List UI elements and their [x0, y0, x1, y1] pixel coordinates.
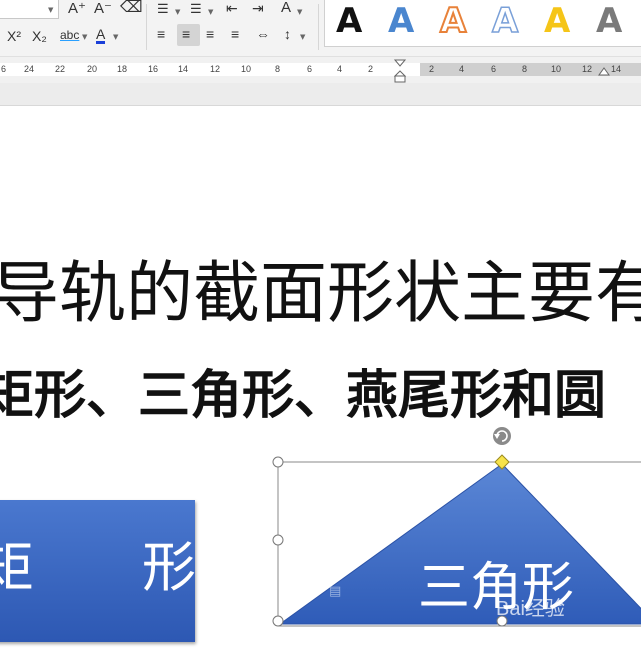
line-spacing-dropdown-icon[interactable]: ▼: [300, 33, 305, 41]
numbering-icon[interactable]: ☰: [190, 2, 202, 16]
decrease-indent-icon[interactable]: ⇤: [226, 1, 238, 15]
watermark: Bai经验: [496, 598, 565, 620]
horizontal-ruler[interactable]: 6 24 22 20 18 16 14 12 10 8 6 4 2 2 4 6 …: [0, 56, 641, 83]
ruler-label: 12: [210, 64, 221, 74]
ruler-label: 4: [337, 64, 343, 74]
line-spacing-icon[interactable]: ↕: [284, 27, 291, 41]
numbering-dropdown-icon[interactable]: ▼: [208, 8, 213, 16]
ruler-label: 8: [275, 64, 281, 74]
ruler-label: 20: [87, 64, 98, 74]
resize-handle[interactable]: [272, 534, 284, 546]
distributed-icon[interactable]: ⇔: [256, 27, 270, 41]
text-effect-orange-outline[interactable]: A: [439, 1, 467, 41]
superscript-button[interactable]: X²: [7, 29, 21, 43]
shrink-font-button[interactable]: A⁻: [94, 1, 112, 16]
layout-options-icon[interactable]: ▤: [329, 584, 341, 599]
text-effect-gray[interactable]: A: [596, 2, 622, 40]
ruler-label: 18: [117, 64, 128, 74]
ribbon-separator: [146, 4, 147, 50]
adjust-handle[interactable]: [494, 454, 510, 470]
font-color-dropdown-icon[interactable]: ▼: [113, 33, 118, 41]
align-center-icon[interactable]: ≡: [182, 27, 190, 41]
eraser-icon[interactable]: ⌫: [120, 0, 143, 16]
ruler-label: 22: [55, 64, 66, 74]
increase-indent-icon[interactable]: ⇥: [252, 1, 264, 15]
align-right-icon[interactable]: ≡: [206, 27, 214, 41]
char-scale-button[interactable]: A: [281, 0, 291, 15]
ruler-label: 14: [178, 64, 189, 74]
justify-icon[interactable]: ≡: [231, 27, 239, 41]
right-indent-marker-icon[interactable]: [598, 67, 610, 77]
font-color-button[interactable]: A: [96, 27, 106, 44]
char-scale-dropdown-icon[interactable]: ▼: [297, 8, 302, 16]
text-effect-black[interactable]: A: [336, 2, 362, 40]
grow-font-button[interactable]: A⁺: [68, 1, 86, 16]
subscript-button[interactable]: X₂: [32, 29, 47, 43]
text-effects-gallery: A A A A A A: [324, 0, 641, 47]
text-effect-blue[interactable]: A: [388, 2, 414, 40]
ruler-label: 12: [582, 64, 593, 74]
body-text-line[interactable]: 导轨的截面形状主要有: [0, 256, 641, 330]
text-effect-blue-outline[interactable]: A: [491, 1, 519, 41]
rectangle-shape[interactable]: 矩 形: [0, 500, 196, 642]
ruler-label: 2: [429, 64, 435, 74]
ruler-label: 6: [1, 64, 7, 74]
ribbon-toolbar: ▼ A⁺ A⁻ ⌫ X² X₂ abc ▼ A ▼ ☰ ▼ ☰ ▼ ⇤ ⇥ A …: [0, 0, 641, 56]
ruler-label: 24: [24, 64, 35, 74]
ruler-label: 6: [307, 64, 313, 74]
ruler-label: 14: [611, 64, 622, 74]
ruler-label: 10: [551, 64, 562, 74]
resize-handle[interactable]: [272, 615, 284, 627]
ruler-label: 6: [491, 64, 497, 74]
phonetic-guide-button[interactable]: abc: [60, 28, 79, 42]
ribbon-separator: [318, 4, 319, 50]
ruler-label: 10: [241, 64, 252, 74]
document-canvas-gap: [0, 83, 641, 106]
align-left-icon[interactable]: ≡: [157, 27, 165, 41]
ruler-label: 4: [459, 64, 465, 74]
ruler-label: 2: [368, 64, 374, 74]
font-size-dropdown-icon[interactable]: ▼: [48, 6, 53, 14]
indent-marker-icon[interactable]: [394, 59, 406, 83]
resize-handle[interactable]: [272, 456, 284, 468]
document-page[interactable]: 导轨的截面形状主要有 矩形、三角形、燕尾形和圆 矩 形 ▤ 三角形 Bai经验: [0, 106, 641, 648]
phonetic-dropdown-icon[interactable]: ▼: [82, 33, 87, 41]
bold-text-line[interactable]: 矩形、三角形、燕尾形和圆: [0, 366, 606, 426]
text-effect-gold[interactable]: A: [544, 2, 570, 40]
rectangle-label: 矩 形: [0, 536, 196, 599]
ruler-label: 16: [148, 64, 159, 74]
bullets-icon[interactable]: ☰: [157, 2, 169, 16]
ruler-label: 8: [522, 64, 528, 74]
bullets-dropdown-icon[interactable]: ▼: [175, 8, 180, 16]
